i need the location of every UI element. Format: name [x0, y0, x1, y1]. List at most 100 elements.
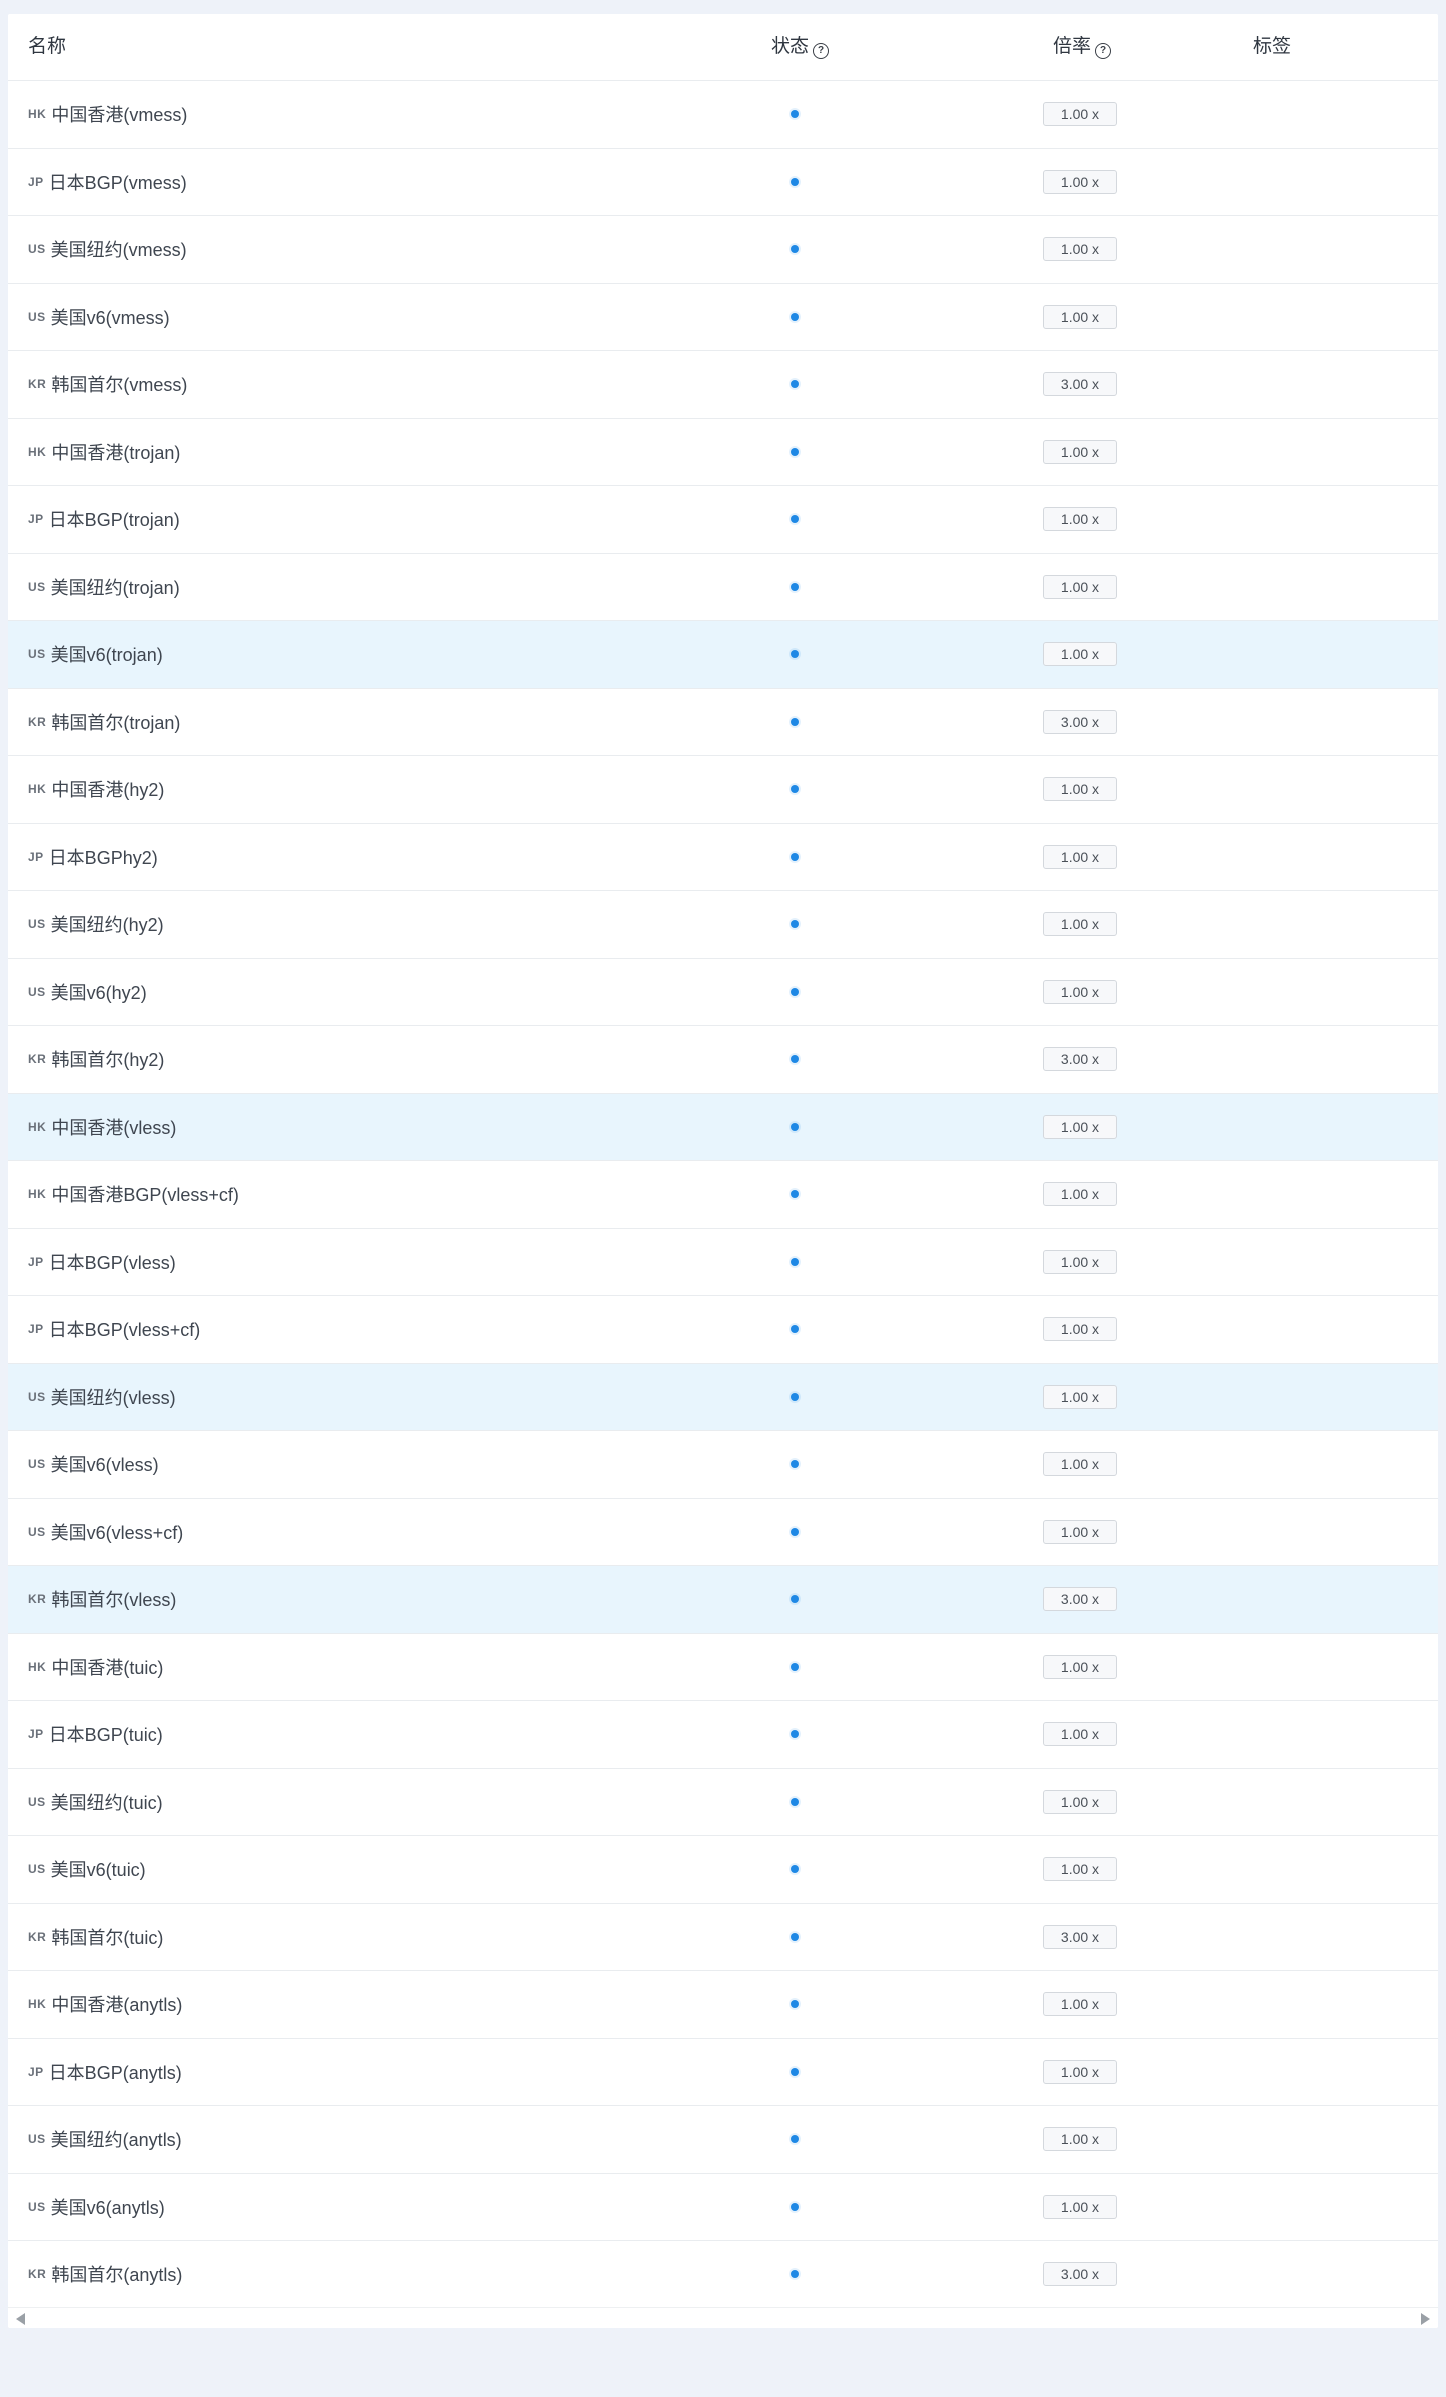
status-online-dot: [791, 2202, 799, 2211]
caret-left-icon[interactable]: [16, 2313, 25, 2325]
table-row[interactable]: US 美国v6(vless+cf) 1.00 x: [8, 1498, 1438, 1566]
table-row[interactable]: JP 日本BGP(vless+cf) 1.00 x: [8, 1296, 1438, 1364]
country-code-badge: US: [28, 917, 46, 932]
table-row[interactable]: KR 韩国首尔(trojan) 3.00 x: [8, 688, 1438, 756]
table-row[interactable]: HK 中国香港(trojan) 1.00 x: [8, 418, 1438, 486]
node-name: 美国v6(vless): [50, 1455, 159, 1476]
node-name-cell: US 美国纽约(tuic): [28, 1769, 163, 1836]
table-row[interactable]: KR 韩国首尔(anytls) 3.00 x: [8, 2241, 1438, 2309]
node-name-cell: US 美国v6(vless): [28, 1431, 159, 1498]
table-row[interactable]: HK 中国香港(vmess) 1.00 x: [8, 81, 1438, 149]
status-online-dot: [791, 1527, 799, 1536]
rate-badge: 3.00 x: [1043, 372, 1117, 397]
node-name-cell: US 美国纽约(hy2): [28, 891, 164, 958]
table-row[interactable]: US 美国纽约(anytls) 1.00 x: [8, 2106, 1438, 2174]
node-name-cell: KR 韩国首尔(vless): [28, 1566, 176, 1633]
node-name-cell: US 美国v6(trojan): [28, 621, 163, 688]
table-row[interactable]: JP 日本BGP(vmess) 1.00 x: [8, 148, 1438, 216]
rate-badge: 3.00 x: [1043, 1047, 1117, 1072]
header-rate: 倍率?: [1050, 14, 1114, 80]
table-row[interactable]: JP 日本BGPhy2) 1.00 x: [8, 823, 1438, 891]
caret-right-icon[interactable]: [1421, 2313, 1430, 2325]
country-code-badge: US: [28, 1794, 46, 1809]
status-online-dot: [791, 785, 799, 794]
status-online-dot: [791, 380, 799, 389]
table-row[interactable]: US 美国v6(vless) 1.00 x: [8, 1431, 1438, 1499]
status-online-dot: [791, 1797, 799, 1806]
country-code-badge: HK: [28, 782, 47, 797]
table-row[interactable]: KR 韩国首尔(vless) 3.00 x: [8, 1566, 1438, 1634]
country-code-badge: US: [28, 309, 46, 324]
rate-badge: 1.00 x: [1043, 2059, 1117, 2084]
node-name-cell: HK 中国香港(hy2): [28, 756, 164, 823]
node-name-cell: US 美国v6(hy2): [28, 959, 147, 1026]
table-row[interactable]: HK 中国香港BGP(vless+cf) 1.00 x: [8, 1161, 1438, 1229]
country-code-badge: HK: [28, 107, 47, 122]
header-status-label: 状态: [770, 36, 809, 57]
country-code-badge: HK: [28, 1187, 47, 1202]
status-online-dot: [791, 1325, 799, 1334]
node-name-cell: US 美国纽约(vmess): [28, 216, 187, 283]
node-name: 日本BGP(vless): [48, 1252, 176, 1273]
node-name-cell: US 美国纽约(vless): [28, 1364, 176, 1431]
table-row[interactable]: HK 中国香港(anytls) 1.00 x: [8, 1971, 1438, 2039]
rate-badge: 1.00 x: [1043, 1384, 1117, 1409]
horizontal-scrollbar[interactable]: [8, 2307, 1438, 2328]
country-code-badge: US: [28, 1389, 46, 1404]
country-code-badge: KR: [28, 1929, 47, 1944]
rate-badge: 1.00 x: [1043, 439, 1117, 464]
table-row[interactable]: JP 日本BGP(trojan) 1.00 x: [8, 486, 1438, 554]
node-name: 韩国首尔(tuic): [51, 1927, 164, 1948]
node-name-cell: HK 中国香港BGP(vless+cf): [28, 1161, 239, 1228]
node-name: 美国v6(trojan): [50, 645, 163, 666]
question-circle-icon[interactable]: ?: [1095, 43, 1111, 59]
table-row[interactable]: JP 日本BGP(tuic) 1.00 x: [8, 1701, 1438, 1769]
node-name-cell: HK 中国香港(vmess): [28, 81, 187, 148]
status-online-dot: [791, 2135, 799, 2144]
status-online-dot: [791, 1730, 799, 1739]
table-row[interactable]: US 美国纽约(trojan) 1.00 x: [8, 553, 1438, 621]
status-online-dot: [791, 2067, 799, 2076]
country-code-badge: HK: [28, 444, 47, 459]
node-name: 美国v6(vmess): [50, 307, 170, 328]
status-online-dot: [791, 852, 799, 861]
table-row[interactable]: US 美国v6(trojan) 1.00 x: [8, 621, 1438, 689]
table-row[interactable]: US 美国v6(vmess) 1.00 x: [8, 283, 1438, 351]
rate-badge: 1.00 x: [1043, 1249, 1117, 1274]
table-row[interactable]: KR 韩国首尔(tuic) 3.00 x: [8, 1903, 1438, 1971]
table-row[interactable]: US 美国纽约(vless) 1.00 x: [8, 1363, 1438, 1431]
node-name-cell: KR 韩国首尔(vmess): [28, 351, 187, 418]
node-name-cell: US 美国v6(vless+cf): [28, 1499, 183, 1566]
rate-badge: 1.00 x: [1043, 642, 1117, 667]
country-code-badge: KR: [28, 714, 47, 729]
country-code-badge: JP: [28, 512, 44, 527]
table-row[interactable]: US 美国纽约(vmess) 1.00 x: [8, 216, 1438, 284]
country-code-badge: HK: [28, 1119, 47, 1134]
node-name-cell: JP 日本BGP(vmess): [28, 149, 187, 216]
rate-badge: 1.00 x: [1043, 979, 1117, 1004]
table-row[interactable]: KR 韩国首尔(hy2) 3.00 x: [8, 1026, 1438, 1094]
question-circle-icon[interactable]: ?: [813, 43, 829, 59]
country-code-badge: US: [28, 242, 46, 257]
status-online-dot: [791, 1595, 799, 1604]
table-row[interactable]: HK 中国香港(vless) 1.00 x: [8, 1093, 1438, 1161]
node-name: 中国香港(tuic): [51, 1657, 164, 1678]
table-row[interactable]: US 美国v6(anytls) 1.00 x: [8, 2173, 1438, 2241]
rate-badge: 1.00 x: [1043, 1992, 1117, 2017]
table-row[interactable]: US 美国v6(tuic) 1.00 x: [8, 1836, 1438, 1904]
table-row[interactable]: JP 日本BGP(vless) 1.00 x: [8, 1228, 1438, 1296]
table-row[interactable]: US 美国纽约(tuic) 1.00 x: [8, 1768, 1438, 1836]
node-name: 美国纽约(anytls): [50, 2130, 182, 2151]
node-name-cell: US 美国v6(anytls): [28, 2174, 165, 2241]
table-row[interactable]: HK 中国香港(tuic) 1.00 x: [8, 1633, 1438, 1701]
status-online-dot: [791, 110, 799, 119]
country-code-badge: US: [28, 579, 46, 594]
table-row[interactable]: US 美国纽约(hy2) 1.00 x: [8, 891, 1438, 959]
country-code-badge: KR: [28, 1052, 47, 1067]
node-name-cell: KR 韩国首尔(trojan): [28, 689, 180, 756]
table-row[interactable]: HK 中国香港(hy2) 1.00 x: [8, 756, 1438, 824]
table-row[interactable]: JP 日本BGP(anytls) 1.00 x: [8, 2038, 1438, 2106]
table-row[interactable]: US 美国v6(hy2) 1.00 x: [8, 958, 1438, 1026]
rate-badge: 3.00 x: [1043, 1587, 1117, 1612]
table-row[interactable]: KR 韩国首尔(vmess) 3.00 x: [8, 351, 1438, 419]
